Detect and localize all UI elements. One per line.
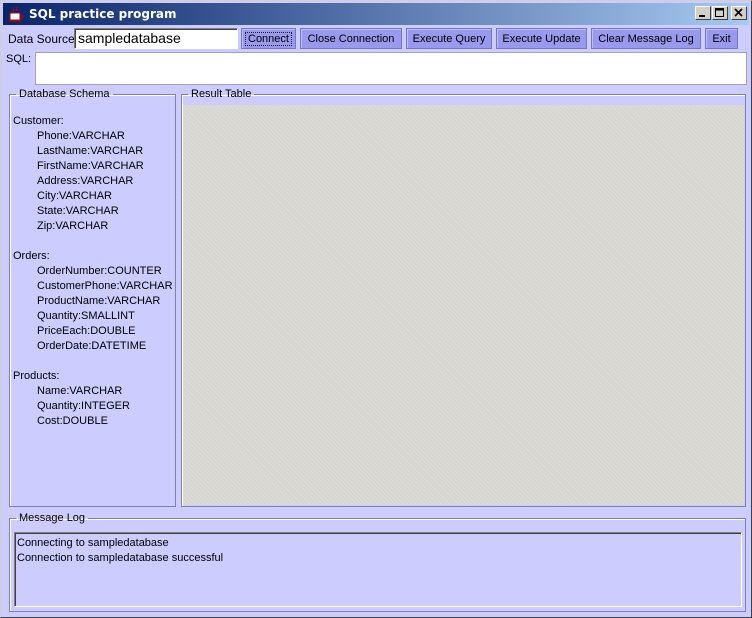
schema-field: OrderNumber:COUNTER bbox=[37, 265, 162, 277]
execute-update-button[interactable]: Execute Update bbox=[496, 28, 587, 49]
minimize-button[interactable] bbox=[695, 6, 711, 20]
close-connection-label: Close Connection bbox=[307, 32, 395, 45]
log-line: Connecting to sampledatabase bbox=[17, 537, 169, 549]
connect-button-label: Connect bbox=[245, 31, 292, 46]
title-bar[interactable]: SQL practice program bbox=[3, 3, 749, 25]
close-connection-button[interactable]: Close Connection bbox=[300, 28, 402, 49]
schema-field: FirstName:VARCHAR bbox=[37, 160, 144, 172]
sql-label: SQL: bbox=[6, 53, 32, 65]
clear-message-log-label: Clear Message Log bbox=[598, 32, 694, 45]
result-table-area[interactable] bbox=[183, 105, 744, 505]
message-log-area[interactable]: Connecting to sampledatabase Connection … bbox=[14, 532, 742, 607]
schema-field: CustomerPhone:VARCHAR bbox=[37, 280, 173, 292]
message-log-title: Message Log bbox=[19, 512, 86, 524]
schema-field: Quantity:INTEGER bbox=[37, 400, 130, 412]
close-button[interactable] bbox=[731, 6, 747, 20]
schema-field: LastName:VARCHAR bbox=[37, 145, 144, 157]
connect-button[interactable]: Connect bbox=[241, 28, 296, 49]
window-title: SQL practice program bbox=[29, 7, 177, 21]
exit-button[interactable]: Exit bbox=[705, 28, 738, 49]
database-schema-title: Database Schema bbox=[19, 88, 110, 100]
result-table-title: Result Table bbox=[191, 88, 252, 100]
sql-input[interactable] bbox=[35, 52, 747, 85]
schema-field: OrderDate:DATETIME bbox=[37, 340, 147, 352]
schema-table-name: Customer: bbox=[13, 115, 64, 127]
schema-table-name: Orders: bbox=[13, 250, 50, 262]
schema-field: State:VARCHAR bbox=[37, 205, 119, 217]
toolbar: Data Source: sampledatabase Connect Clos… bbox=[8, 28, 748, 50]
message-log-panel: Message Log Connecting to sampledatabase… bbox=[9, 512, 746, 612]
schema-list: Customer: Phone:VARCHAR LastName:VARCHAR… bbox=[13, 114, 173, 429]
exit-label: Exit bbox=[712, 32, 731, 45]
result-table-panel: Result Table bbox=[181, 88, 746, 507]
schema-field: City:VARCHAR bbox=[37, 190, 112, 202]
schema-field: Address:VARCHAR bbox=[37, 175, 134, 187]
schema-field: Cost:DOUBLE bbox=[37, 415, 108, 427]
schema-field: PriceEach:DOUBLE bbox=[37, 325, 136, 337]
data-source-label: Data Source: bbox=[8, 32, 79, 46]
close-icon bbox=[734, 8, 743, 17]
log-line: Connection to sampledatabase successful bbox=[17, 552, 224, 564]
schema-field: Quantity:SMALLINT bbox=[37, 310, 135, 322]
maximize-button[interactable] bbox=[712, 6, 728, 20]
database-schema-panel: Database Schema Customer: Phone:VARCHAR … bbox=[9, 88, 176, 507]
minimize-icon bbox=[699, 15, 705, 17]
schema-table-name: Products: bbox=[13, 370, 60, 382]
schema-field: Name:VARCHAR bbox=[37, 385, 123, 397]
app-window: SQL practice program Data Source: sample… bbox=[0, 0, 752, 618]
execute-query-button[interactable]: Execute Query bbox=[406, 28, 492, 49]
execute-update-label: Execute Update bbox=[502, 32, 581, 45]
schema-field: Phone:VARCHAR bbox=[37, 130, 125, 142]
schema-field: Zip:VARCHAR bbox=[37, 220, 109, 232]
data-source-input[interactable]: sampledatabase bbox=[74, 28, 238, 49]
schema-field: ProductName:VARCHAR bbox=[37, 295, 161, 307]
clear-message-log-button[interactable]: Clear Message Log bbox=[591, 28, 701, 49]
maximize-icon bbox=[715, 8, 724, 17]
execute-query-label: Execute Query bbox=[412, 32, 486, 45]
java-cup-icon bbox=[7, 5, 25, 23]
